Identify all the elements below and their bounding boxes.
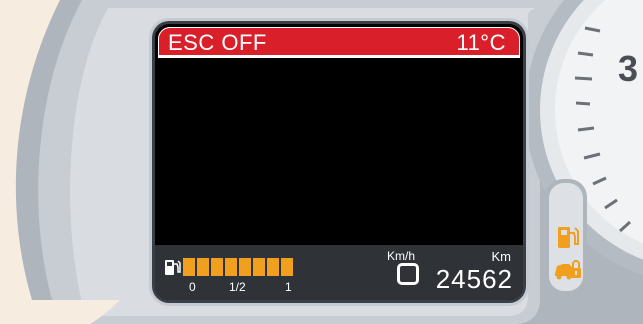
odometer-value: 24562: [435, 264, 513, 294]
fuel-pump-icon: [165, 260, 181, 275]
speed-unit: Km/h: [387, 249, 416, 263]
fuel-segment: [211, 258, 223, 276]
car-lock-icon: [555, 260, 581, 280]
gauge-number: 3: [618, 48, 639, 89]
esc-off-warning: ESC OFF: [168, 30, 267, 55]
fuel-tick-full: 1: [285, 280, 292, 294]
fuel-segment: [281, 258, 293, 276]
status-bar: 0 1/2 1 Km/h Km 0 24562: [155, 245, 523, 300]
outside-temperature: 11°C: [456, 30, 506, 55]
speed-value: 0: [397, 263, 419, 285]
fuel-warning-icon: [558, 227, 579, 248]
fuel-segment: [183, 258, 195, 276]
fuel-level-gauge: [183, 258, 293, 276]
lcd-display: ESC OFF 11°C 0 1/2 1 Km/h Km 0 24562: [155, 24, 523, 300]
fuel-segment: [239, 258, 251, 276]
fuel-segment: [253, 258, 265, 276]
fuel-tick-half: 1/2: [229, 280, 246, 294]
fuel-tick-empty: 0: [189, 280, 196, 294]
odometer-unit: Km: [491, 249, 512, 264]
fuel-segment: [267, 258, 279, 276]
fuel-segment: [225, 258, 237, 276]
fuel-segment: [197, 258, 209, 276]
warning-bar: ESC OFF 11°C: [158, 27, 520, 58]
